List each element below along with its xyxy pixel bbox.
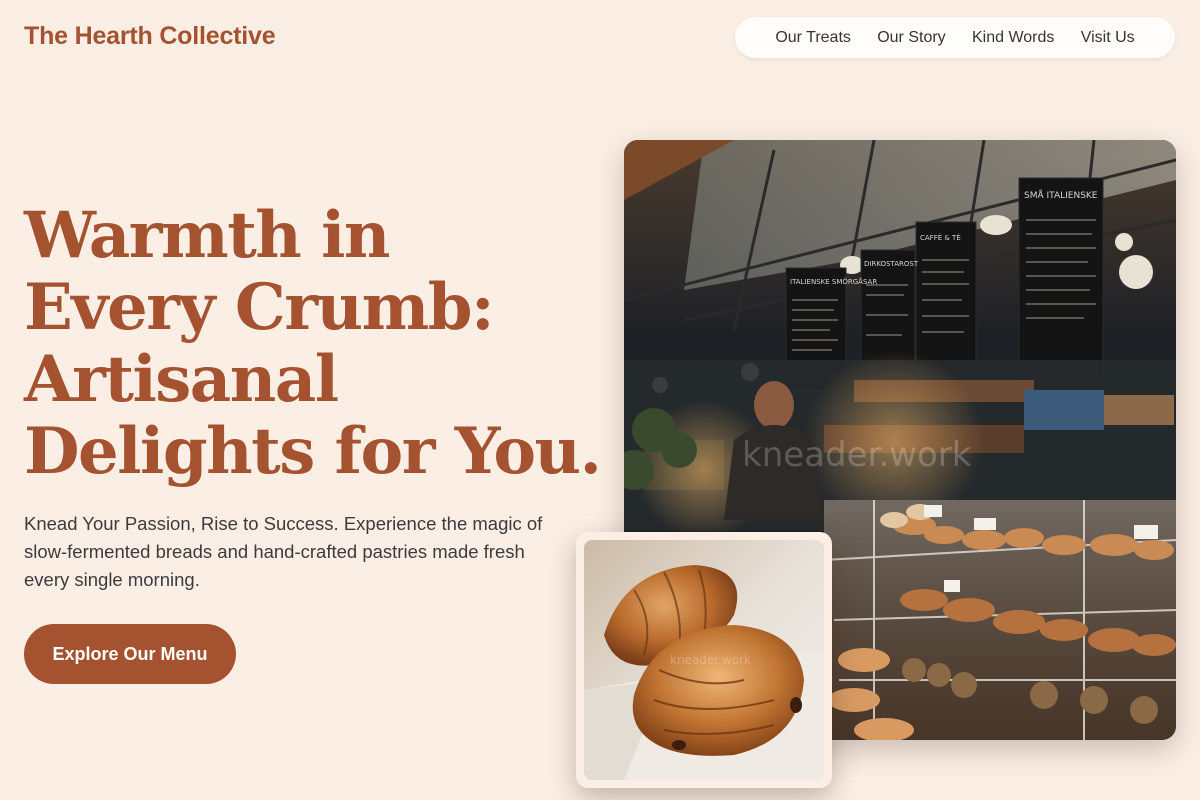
brand-logo[interactable]: The Hearth Collective xyxy=(24,22,276,51)
board-title-2: DIRKOSTAROST xyxy=(864,260,919,268)
nav-link-our-story[interactable]: Our Story xyxy=(877,29,945,47)
pastry-image-watermark: kneader.work xyxy=(670,653,751,667)
board-title-3: CAFFÈ & TÈ xyxy=(920,233,961,242)
headline-line-3: Artisanal xyxy=(24,342,339,417)
nav-link-kind-words[interactable]: Kind Words xyxy=(972,29,1054,47)
board-title-1: ITALIENSKE SMÖRGÅSAR xyxy=(790,277,877,286)
main-nav: Our Treats Our Story Kind Words Visit Us xyxy=(735,17,1175,58)
headline-line-2: Every Crumb: xyxy=(24,270,495,345)
headline-line-4: Delights for You. xyxy=(24,414,602,489)
nav-link-our-treats[interactable]: Our Treats xyxy=(775,29,851,47)
landing-page: The Hearth Collective Our Treats Our Sto… xyxy=(0,0,1200,800)
main-image-watermark: kneader.work xyxy=(742,435,972,475)
hero-headline: Warmth in Every Crumb: Artisanal Delight… xyxy=(24,200,604,488)
headline-line-1: Warmth in xyxy=(24,198,390,273)
pastry-image: kneader.work xyxy=(584,540,824,780)
board-title-4: SMÅ ITALIENSKE xyxy=(1024,189,1098,201)
nav-link-visit-us[interactable]: Visit Us xyxy=(1081,29,1135,47)
explore-menu-button[interactable]: Explore Our Menu xyxy=(24,624,236,684)
hero-subtext: Knead Your Passion, Rise to Success. Exp… xyxy=(24,513,543,590)
pastry-photo-card: kneader.work xyxy=(576,532,832,788)
